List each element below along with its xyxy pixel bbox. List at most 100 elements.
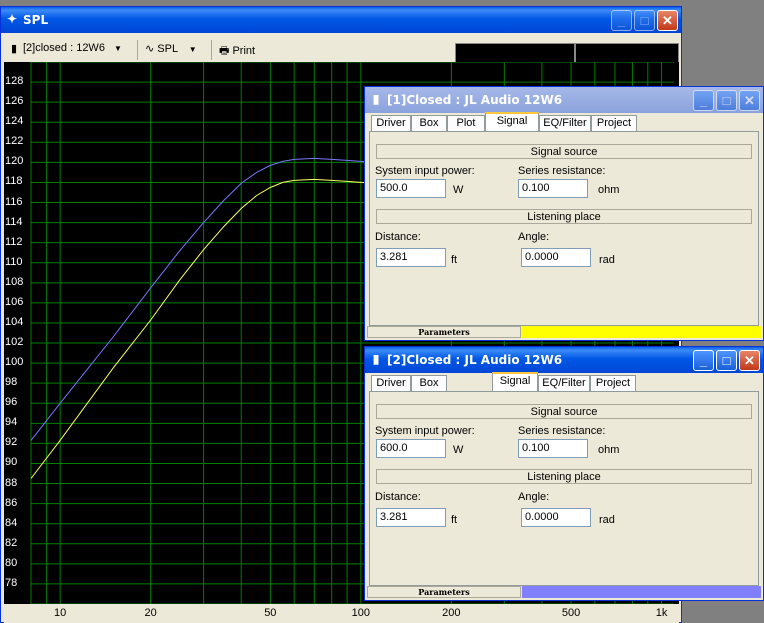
parameters-status-label: Parameters: [367, 326, 521, 338]
angle-label: Angle:: [518, 491, 550, 503]
power-unit: W: [453, 184, 464, 196]
power-input[interactable]: 500.0: [376, 179, 446, 198]
power-input[interactable]: 600.0: [376, 439, 446, 458]
y-tick-label: 104: [5, 315, 24, 328]
window1-title: [1]Closed : JL Audio 12W6: [387, 93, 563, 107]
readout-box-1: [455, 43, 575, 63]
y-tick-label: 124: [5, 115, 24, 128]
resistance-label: Series resistance:: [518, 425, 606, 437]
x-tick-label: 50: [264, 607, 277, 619]
y-tick-label: 94: [5, 416, 18, 429]
driver-window-2: ▮ [2]Closed : JL Audio 12W6 _ □ ✕ Driver…: [364, 346, 764, 601]
window1-titlebar[interactable]: ▮ [1]Closed : JL Audio 12W6 _ □ ✕: [365, 87, 763, 113]
tab-driver[interactable]: Driver: [371, 115, 411, 132]
y-tick-label: 112: [5, 235, 23, 248]
window1-signal-panel: Signal source System input power: Series…: [369, 131, 759, 326]
spl-window-title: SPL: [23, 13, 49, 27]
close-button[interactable]: ✕: [657, 10, 678, 31]
chevron-down-icon: ▼: [188, 45, 197, 54]
maximize-button[interactable]: □: [716, 350, 737, 371]
readout-box-2: [575, 43, 679, 63]
resistance-input[interactable]: 0.100: [518, 439, 588, 458]
y-tick-label: 84: [5, 516, 18, 529]
tab-signal[interactable]: Signal: [492, 372, 538, 393]
minimize-button[interactable]: _: [693, 90, 714, 111]
resistance-unit: ohm: [598, 184, 620, 196]
y-tick-label: 110: [5, 255, 23, 268]
driver-window-1: ▮ [1]Closed : JL Audio 12W6 _ □ ✕ Driver…: [364, 86, 764, 341]
close-button[interactable]: ✕: [739, 350, 760, 371]
y-tick-label: 78: [5, 576, 18, 589]
y-tick-label: 122: [5, 135, 24, 148]
x-tick-label: 500: [561, 607, 581, 619]
chevron-down-icon: ▼: [114, 44, 122, 53]
tab-signal[interactable]: Signal: [485, 112, 539, 133]
signal-source-header: Signal source: [376, 404, 752, 419]
y-tick-label: 100: [5, 356, 24, 369]
minimize-button[interactable]: _: [611, 10, 632, 31]
window2-titlebar[interactable]: ▮ [2]Closed : JL Audio 12W6 _ □ ✕: [365, 347, 763, 373]
print-label: Print: [232, 45, 256, 57]
project-select[interactable]: [2]closed : 12W6 ▼: [23, 42, 122, 54]
print-button[interactable]: 🖶 Print: [219, 42, 255, 61]
angle-input[interactable]: 0.0000: [521, 508, 591, 527]
x-tick-label: 200: [442, 607, 461, 619]
y-tick-label: 92: [5, 436, 18, 449]
crosshair-icon: ✦: [6, 12, 18, 26]
tab-eq-filter[interactable]: EQ/Filter: [538, 375, 590, 392]
distance-label: Distance:: [375, 231, 421, 243]
tab-driver[interactable]: Driver: [371, 375, 411, 392]
distance-unit: ft: [451, 514, 458, 526]
angle-unit: rad: [599, 514, 615, 526]
y-tick-label: 90: [5, 456, 18, 469]
listening-place-header: Listening place: [376, 209, 752, 224]
distance-input[interactable]: 3.281: [376, 508, 446, 527]
spl-titlebar[interactable]: ✦ SPL _ □ ✕: [1, 7, 681, 33]
maximize-button[interactable]: □: [716, 90, 737, 111]
window2-title: [2]Closed : JL Audio 12W6: [387, 353, 563, 367]
printer-icon: 🖶: [219, 45, 230, 57]
document-icon: ▮: [372, 352, 380, 366]
y-tick-label: 86: [5, 496, 18, 509]
angle-unit: rad: [599, 254, 615, 266]
toolbar-separator: [211, 40, 212, 60]
signal-source-header: Signal source: [376, 144, 752, 159]
distance-input[interactable]: 3.281: [376, 248, 446, 267]
tab-box[interactable]: Box: [411, 115, 447, 132]
y-tick-label: 102: [5, 336, 24, 349]
window1-status-row: Parameters: [367, 326, 761, 338]
angle-label: Angle:: [518, 231, 550, 243]
y-tick-label: 80: [5, 556, 18, 569]
window2-signal-panel: Signal source System input power: Series…: [369, 391, 759, 586]
tab-plot[interactable]: Plot: [447, 115, 485, 132]
tab-box[interactable]: Box: [411, 375, 447, 392]
y-tick-label: 114: [5, 215, 23, 228]
parameters-status-label: Parameters: [367, 586, 521, 598]
resistance-input[interactable]: 0.100: [518, 179, 588, 198]
listening-place-header: Listening place: [376, 469, 752, 484]
y-tick-label: 120: [5, 155, 24, 168]
tab-eq-filter[interactable]: EQ/Filter: [539, 115, 591, 132]
wave-icon: ∿: [145, 43, 155, 55]
project-select-value: [2]closed : 12W6: [23, 42, 105, 54]
angle-input[interactable]: 0.0000: [521, 248, 591, 267]
window2-status-color: [522, 586, 761, 598]
y-tick-label: 116: [5, 195, 23, 208]
maximize-button[interactable]: □: [634, 10, 655, 31]
toolbar-separator: [137, 40, 138, 60]
y-tick-label: 128: [5, 75, 24, 88]
y-tick-label: 82: [5, 536, 18, 549]
distance-unit: ft: [451, 254, 458, 266]
y-tick-label: 118: [5, 175, 23, 188]
x-tick-label: 1k: [655, 607, 668, 619]
window1-status-color: [522, 326, 761, 338]
power-label: System input power:: [375, 165, 475, 177]
tab-project[interactable]: Project: [590, 375, 636, 392]
minimize-button[interactable]: _: [693, 350, 714, 371]
power-label: System input power:: [375, 425, 475, 437]
graph-select-value: SPL: [157, 43, 178, 55]
close-button[interactable]: ✕: [739, 90, 760, 111]
tab-project[interactable]: Project: [591, 115, 637, 132]
graph-select[interactable]: ∿ SPL ▼: [145, 42, 197, 55]
y-tick-label: 106: [5, 295, 24, 308]
